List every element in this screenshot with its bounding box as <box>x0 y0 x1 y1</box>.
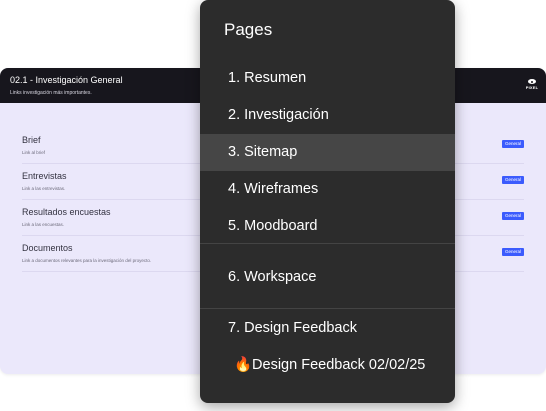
logo-wordmark: PIXEL <box>525 85 539 90</box>
category-badge: General <box>501 176 524 184</box>
pages-panel: Pages 1. Resumen 2. Investigación 3. Sit… <box>200 0 455 403</box>
page-item-resumen[interactable]: 1. Resumen <box>200 60 455 97</box>
category-badge: General <box>501 140 524 148</box>
page-item-investigacion[interactable]: 2. Investigación <box>200 97 455 134</box>
category-badge: General <box>501 248 524 256</box>
divider <box>200 243 455 244</box>
divider <box>200 308 455 309</box>
brand-logo: PIXEL <box>525 79 539 92</box>
pages-panel-title: Pages <box>224 20 273 39</box>
page-item-design-feedback-date[interactable]: 🔥Design Feedback 02/02/25 <box>200 347 455 384</box>
category-badge: General <box>501 212 524 220</box>
page-item-design-feedback[interactable]: 7. Design Feedback <box>200 310 455 347</box>
page-item-workspace[interactable]: 6. Workspace <box>200 259 455 296</box>
list-item-title: Brief <box>22 135 41 145</box>
list-item-description: Link al brief <box>22 150 46 155</box>
page-item-wireframes[interactable]: 4. Wireframes <box>200 171 455 208</box>
document-title: 02.1 - Investigación General <box>10 75 123 85</box>
list-item-title: Resultados encuestas <box>22 207 111 217</box>
page-item-moodboard[interactable]: 5. Moodboard <box>200 208 455 245</box>
list-item-title: Entrevistas <box>22 171 67 181</box>
list-item-title: Documentos <box>22 243 73 253</box>
list-item-description: Link a las encuestas. <box>22 222 65 227</box>
eye-icon <box>528 79 536 84</box>
list-item-description: Link a documentos relevantes para la inv… <box>22 258 152 263</box>
document-subtitle: Links investigación más importantes. <box>10 90 92 96</box>
page-item-sitemap[interactable]: 3. Sitemap <box>200 134 455 171</box>
list-item-description: Link a las entrevistas. <box>22 186 66 191</box>
